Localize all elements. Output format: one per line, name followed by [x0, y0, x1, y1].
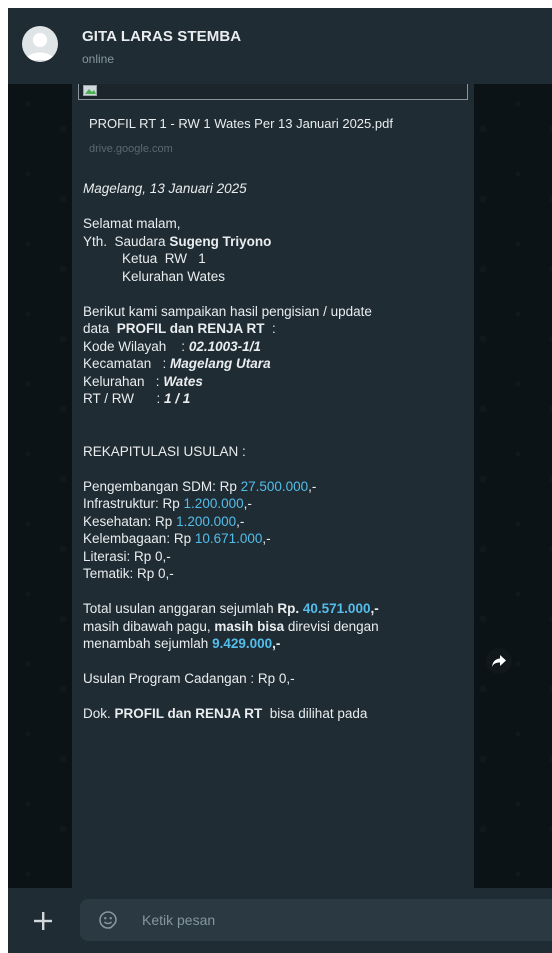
recipient-line: Yth. Saudara Sugeng Triyono [83, 233, 468, 251]
kode-value: 02.1003-1/1 [188, 338, 261, 354]
pagu-prefix: masih dibawah pagu, [83, 618, 215, 634]
rekap-item-label: Pengembangan SDM: Rp [83, 478, 241, 494]
kecamatan-value: Magelang Utara [170, 356, 271, 371]
chat-area[interactable]: PROFIL RT 1 - RW 1 Wates Per 13 Januari … [8, 84, 552, 888]
rtrw-value: 1 / 1 [164, 391, 191, 406]
tambah-prefix: menambah sejumlah [83, 636, 213, 651]
forward-icon [492, 655, 506, 667]
intro-line-1: Berikut kami sampaikan hasil pengisian /… [83, 303, 372, 319]
intro-bold: PROFIL dan RENJA RT [116, 321, 265, 336]
rekap-item: Infrastruktur: Rp 1.200.000,- [83, 495, 468, 513]
link-preview-domain: drive.google.com [89, 143, 173, 155]
forward-button[interactable] [486, 648, 512, 674]
plus-icon [34, 912, 52, 930]
chat-header[interactable]: GITA LARAS STEMBA online [8, 8, 552, 84]
total-line: Total usulan anggaran sejumlah Rp. 40.57… [83, 600, 468, 618]
date-line: Magelang, 13 Januari 2025 [83, 181, 247, 196]
rekap-item: Kelembagaan: Rp 10.671.000,- [83, 530, 468, 548]
total-rp: Rp. [277, 601, 303, 616]
message-bubble[interactable]: PROFIL RT 1 - RW 1 Wates Per 13 Januari … [72, 84, 474, 888]
dok-bold: PROFIL dan RENJA RT [114, 706, 263, 721]
kecamatan-line: Kecamatan : Magelang Utara [83, 355, 468, 373]
tambah-line: menambah sejumlah 9.429.000,- [83, 635, 468, 653]
rekap-item-amount[interactable]: 10.671.000 [195, 531, 263, 546]
intro-line-2: data PROFIL dan RENJA RT : [83, 320, 468, 338]
kelurahan-value: Wates [163, 373, 203, 389]
tambah-amount[interactable]: 9.429.000 [212, 636, 272, 651]
link-preview-title[interactable]: PROFIL RT 1 - RW 1 Wates Per 13 Januari … [89, 116, 393, 131]
default-avatar-icon[interactable] [22, 26, 58, 62]
contact-status: online [82, 52, 115, 66]
input-placeholder: Ketik pesan [142, 912, 216, 928]
rekap-item-suffix: ,- [308, 478, 317, 494]
rekap-item-label: Literasi: Rp 0,- [83, 548, 171, 564]
message-text: Magelang, 13 Januari 2025 Selamat malam,… [83, 180, 468, 723]
kode-label: Kode Wilayah : [83, 338, 189, 354]
rekap-item: Kesehatan: Rp 1.200.000,- [83, 513, 468, 531]
rekap-item-amount[interactable]: 27.500.000 [241, 479, 309, 494]
greeting: Selamat malam, [83, 216, 181, 231]
intro-suffix: : [264, 321, 276, 336]
rekap-item-label: Kelembagaan: Rp [83, 531, 195, 546]
yth-prefix: Yth. Saudara [83, 233, 170, 249]
rekap-item: Tematik: Rp 0,- [83, 565, 468, 583]
kode-wilayah-line: Kode Wilayah : 02.1003-1/1 [83, 338, 468, 356]
recipient-role: Ketua RW 1 [122, 251, 206, 266]
kecamatan-label: Kecamatan : [83, 356, 171, 371]
dok-suffix: bisa dilihat pada [262, 706, 368, 721]
rtrw-line: RT / RW : 1 / 1 [83, 390, 468, 408]
message-input[interactable]: Ketik pesan [80, 899, 552, 941]
emoji-icon[interactable] [98, 910, 118, 930]
recipient-kelurahan: Kelurahan Wates [122, 268, 226, 284]
total-amount[interactable]: 40.571.000 [303, 601, 371, 616]
rekap-item-suffix: ,- [236, 513, 245, 529]
dok-prefix: Dok. [83, 706, 115, 721]
pagu-bold: masih bisa [214, 618, 285, 634]
rekap-item-label: Tematik: Rp 0,- [83, 566, 174, 581]
total-suffix: ,- [370, 601, 379, 616]
rekap-item-amount[interactable]: 1.200.000 [176, 514, 236, 529]
attach-button[interactable] [28, 906, 58, 936]
rekap-item-suffix: ,- [262, 531, 271, 546]
pagu-line: masih dibawah pagu, masih bisa direvisi … [83, 618, 468, 636]
rekap-item: Literasi: Rp 0,- [83, 548, 468, 566]
whatsapp-window: GITA LARAS STEMBA online PROFIL RT 1 - R… [8, 8, 552, 953]
contact-name[interactable]: GITA LARAS STEMBA [82, 28, 241, 45]
chat-footer: Ketik pesan [8, 888, 552, 953]
kelurahan-label: Kelurahan : [83, 373, 164, 389]
intro-prefix: data [83, 321, 117, 336]
rekap-item-amount[interactable]: 1.200.000 [184, 496, 244, 511]
link-preview-image[interactable] [78, 84, 468, 100]
broken-image-icon [83, 85, 97, 96]
rtrw-label: RT / RW : [83, 391, 165, 406]
rekap-item: Pengembangan SDM: Rp 27.500.000,- [83, 478, 468, 496]
kelurahan-line: Kelurahan : Wates [83, 373, 468, 391]
rekap-item-label: Kesehatan: Rp [83, 513, 177, 529]
pagu-suffix: direvisi dengan [284, 618, 379, 634]
total-prefix: Total usulan anggaran sejumlah [83, 601, 278, 616]
cadangan-line: Usulan Program Cadangan : Rp 0,- [83, 671, 295, 686]
recipient-name: Sugeng Triyono [169, 233, 272, 249]
tambah-suffix: ,- [272, 636, 281, 651]
dok-line: Dok. PROFIL dan RENJA RT bisa dilihat pa… [83, 705, 468, 723]
rekap-item-suffix: ,- [243, 496, 252, 511]
rekap-item-label: Infrastruktur: Rp [83, 496, 184, 511]
rekap-heading: REKAPITULASI USULAN : [83, 443, 246, 459]
